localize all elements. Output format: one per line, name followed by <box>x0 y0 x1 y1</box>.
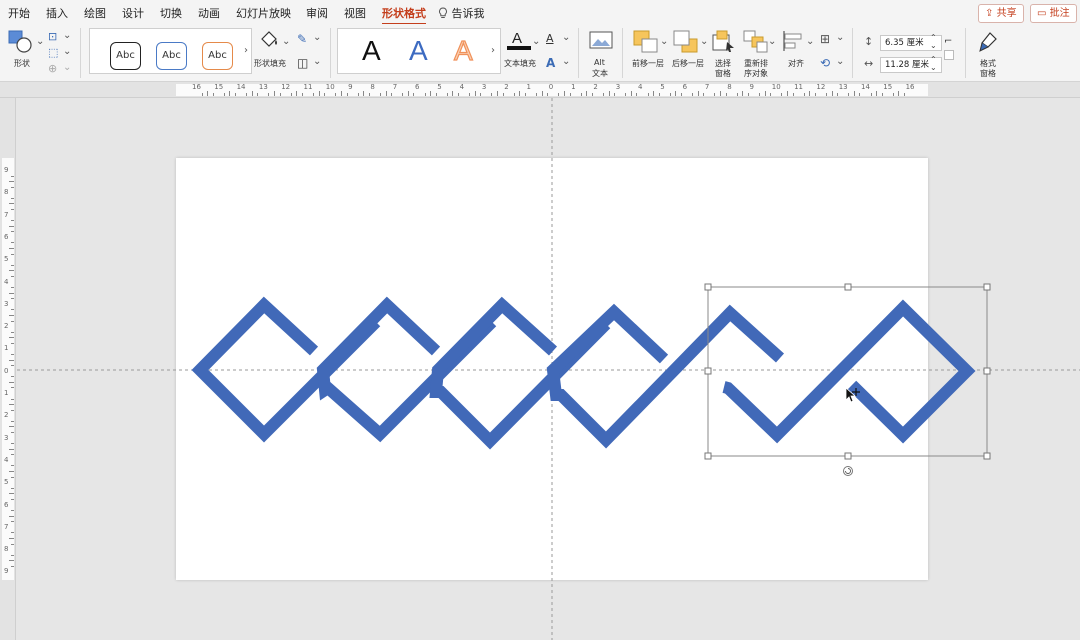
resize-handle-se[interactable] <box>983 452 991 460</box>
resize-handle-e[interactable] <box>983 367 991 375</box>
resize-handle-ne[interactable] <box>983 283 991 291</box>
resize-handle-n[interactable] <box>844 283 852 291</box>
chain-shape-4[interactable] <box>546 303 785 449</box>
resize-handle-s[interactable] <box>844 452 852 460</box>
chain-shape-5-selected[interactable] <box>722 299 976 444</box>
resize-handle-w[interactable] <box>704 367 712 375</box>
rotate-handle-icon[interactable] <box>843 466 853 476</box>
resize-handle-nw[interactable] <box>704 283 712 291</box>
selection-bounding-box <box>704 283 991 476</box>
slide-overlay <box>17 98 1080 640</box>
resize-handle-sw[interactable] <box>704 452 712 460</box>
